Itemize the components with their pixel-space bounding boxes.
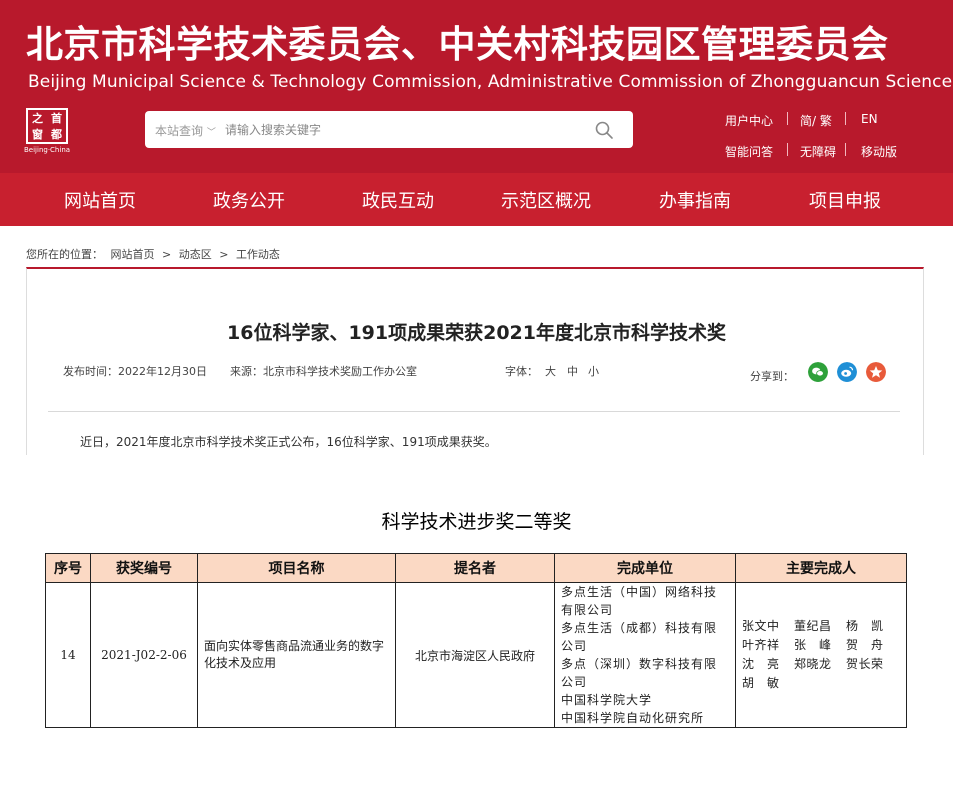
- publish-date: 2022年12月30日: [118, 365, 207, 378]
- site-header: 北京市科学技术委员会、中关村科技园区管理委员会 Beijing Municipa…: [0, 0, 953, 173]
- breadcrumb-separator: >: [162, 248, 172, 261]
- source-name: 北京市科学技术奖励工作办公室: [263, 365, 417, 378]
- search-input[interactable]: [225, 117, 585, 142]
- people-row: 叶齐祥 张 峰 贺 舟: [742, 636, 906, 655]
- person-name: 郑晓龙: [794, 657, 832, 671]
- person-name: 叶齐祥: [742, 638, 780, 652]
- logo-char: 都: [51, 127, 62, 141]
- people-row: 张文中 董纪昌 杨 凯: [742, 617, 906, 636]
- publish-label: 发布时间：: [63, 365, 118, 378]
- unit-line: 公司: [561, 675, 588, 689]
- search-scope-select[interactable]: 本站查询 ﹀: [155, 122, 216, 139]
- util-divider: [845, 143, 846, 156]
- person-name: 贺 舟: [846, 638, 884, 652]
- article-divider: [48, 411, 900, 412]
- cell-people: 张文中 董纪昌 杨 凯 叶齐祥 张 峰 贺 舟 沈 亮 郑晓龙 贺长荣 胡 敏: [735, 582, 907, 728]
- column-header-project: 项目名称: [197, 553, 396, 583]
- award-section-title: 科学技术进步奖二等奖: [381, 511, 572, 533]
- cell-units: 多点生活（中国）网络科技 有限公司 多点生活（成都）科技有限 公司 多点（深圳）…: [554, 582, 736, 728]
- util-divider: [787, 143, 788, 156]
- nav-item-project-application[interactable]: 项目申报: [809, 187, 881, 213]
- people-row: 胡 敏: [742, 674, 906, 693]
- unit-line: 多点（深圳）数字科技有限: [561, 657, 718, 671]
- font-size-small[interactable]: 小: [588, 363, 599, 379]
- column-header-nominator: 提名者: [395, 553, 555, 583]
- logo-char: 之: [32, 111, 43, 125]
- unit-line: 公司: [561, 639, 588, 653]
- person-name: 贺长荣: [846, 657, 884, 671]
- site-title-cn: 北京市科学技术委员会、中关村科技园区管理委员会: [26, 23, 889, 66]
- article-title: 16位科学家、191项成果荣获2021年度北京市科学技术奖: [227, 322, 726, 344]
- person-name: 董纪昌: [794, 619, 832, 633]
- person-name: 沈 亮: [742, 657, 780, 671]
- util-divider: [787, 112, 788, 125]
- table-header-row: 序号 获奖编号 项目名称 提名者 完成单位 主要完成人: [45, 553, 907, 583]
- logo-char: 首: [51, 111, 62, 125]
- person-name: 杨 凯: [846, 619, 884, 633]
- nav-item-interaction[interactable]: 政民互动: [362, 187, 434, 213]
- unit-line: 有限公司: [561, 603, 614, 617]
- column-header-people: 主要完成人: [735, 553, 907, 583]
- font-size-medium[interactable]: 中: [567, 363, 578, 379]
- person-name: 张文中: [742, 619, 780, 633]
- capital-window-logo[interactable]: 之 首 窗 都 Beijing·China: [24, 108, 70, 156]
- search-scope-label: 本站查询: [155, 124, 204, 138]
- smart-qa-link[interactable]: 智能问答: [725, 143, 773, 160]
- simplified-traditional-toggle[interactable]: 简/ 繁: [800, 112, 832, 129]
- cell-nominator: 北京市海淀区人民政府: [395, 582, 555, 728]
- font-size-large[interactable]: 大: [545, 363, 556, 379]
- logo-caption: Beijing·China: [24, 146, 71, 154]
- source-label: 来源：: [230, 365, 263, 378]
- breadcrumb: 您所在的位置： 网站首页 > 动态区 > 工作动态: [26, 246, 284, 262]
- search-icon[interactable]: [594, 120, 614, 140]
- chevron-down-icon: ﹀: [206, 128, 216, 138]
- qzone-icon[interactable]: [866, 362, 886, 382]
- font-size-label: 字体：: [505, 365, 538, 378]
- mobile-version-link[interactable]: 移动版: [861, 143, 897, 160]
- share-label: 分享到：: [750, 370, 794, 383]
- article-card: [26, 267, 924, 457]
- site-title-en: Beijing Municipal Science & Technology C…: [28, 72, 953, 92]
- user-center-link[interactable]: 用户中心: [725, 112, 773, 129]
- search-box: 本站查询 ﹀: [145, 111, 633, 148]
- breadcrumb-dynamic[interactable]: 动态区: [179, 248, 212, 261]
- unit-line: 中国科学院大学: [561, 693, 653, 707]
- main-nav: 网站首页 政务公开 政民互动 示范区概况 办事指南 项目申报: [0, 173, 953, 226]
- wechat-icon[interactable]: [808, 362, 828, 382]
- accessibility-link[interactable]: 无障碍: [800, 143, 836, 160]
- person-name: 张 峰: [794, 638, 832, 652]
- unit-line: 多点生活（中国）网络科技: [561, 585, 718, 599]
- column-header-units: 完成单位: [554, 553, 736, 583]
- breadcrumb-label: 您所在的位置：: [26, 248, 103, 261]
- breadcrumb-current[interactable]: 工作动态: [236, 248, 280, 261]
- publish-info: 发布时间：2022年12月30日: [63, 363, 207, 379]
- nav-item-service-guide[interactable]: 办事指南: [659, 187, 731, 213]
- unit-line: 多点生活（成都）科技有限: [561, 621, 718, 635]
- table-row: 14 2021-J02-2-06 面向实体零售商品流通业务的数字化技术及应用 北…: [45, 582, 907, 728]
- cell-code: 2021-J02-2-06: [90, 582, 198, 728]
- award-table: 序号 获奖编号 项目名称 提名者 完成单位 主要完成人 14 2021-J02-…: [45, 553, 907, 728]
- logo-char: 窗: [32, 127, 43, 141]
- nav-item-demo-zone[interactable]: 示范区概况: [501, 187, 591, 213]
- english-link[interactable]: EN: [861, 112, 878, 126]
- article-intro: 近日，2021年度北京市科学技术奖正式公布，16位科学家、191项成果获奖。: [80, 435, 497, 449]
- breadcrumb-separator: >: [219, 248, 229, 261]
- cell-no: 14: [45, 582, 91, 728]
- source-info: 来源：北京市科学技术奖励工作办公室: [230, 363, 417, 379]
- util-divider: [845, 112, 846, 125]
- nav-item-government-affairs[interactable]: 政务公开: [213, 187, 285, 213]
- person-name: 胡 敏: [742, 676, 780, 690]
- column-header-no: 序号: [45, 553, 91, 583]
- column-header-code: 获奖编号: [90, 553, 198, 583]
- cell-project: 面向实体零售商品流通业务的数字化技术及应用: [197, 582, 396, 728]
- breadcrumb-home[interactable]: 网站首页: [111, 248, 155, 261]
- unit-line: 中国科学院自动化研究所: [561, 711, 705, 725]
- nav-item-home[interactable]: 网站首页: [64, 187, 136, 213]
- people-row: 沈 亮 郑晓龙 贺长荣: [742, 655, 906, 674]
- weibo-icon[interactable]: [837, 362, 857, 382]
